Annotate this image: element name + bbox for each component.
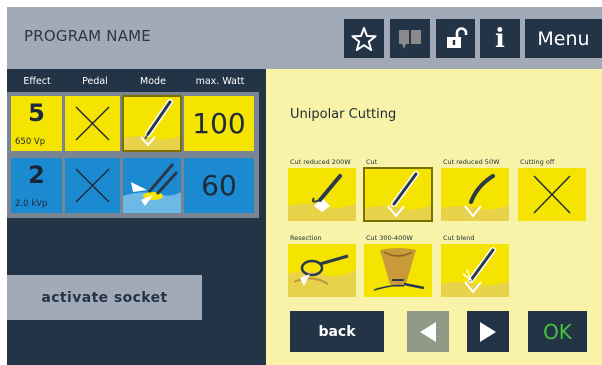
column-header-mode: Mode [140,76,166,87]
effect-cell-1[interactable]: 5 650 Vp [11,96,62,151]
settings-grid: 5 650 Vp 100 2 2.0 kVp 60 [7,92,259,218]
cross-icon [75,168,110,203]
curved-electrode-icon [441,174,509,221]
mode-cell-1[interactable] [122,95,182,152]
star-icon [351,26,377,51]
option-resection[interactable] [288,244,356,297]
program-name: PROGRAM NAME [24,27,151,45]
effect-cell-2[interactable]: 2 2.0 kVp [11,158,62,213]
max-watt-cell-1[interactable]: 100 [184,96,254,151]
book-icon [399,29,421,49]
polypectomy-snare-icon [373,248,425,291]
column-header-pedal: Pedal [82,76,108,87]
menu-button[interactable]: Menu [525,19,602,58]
effect-voltage-2: 2.0 kVp [15,199,48,209]
forceps-electrode-icon [123,163,181,213]
option-label: Cut blend [443,234,475,242]
max-watt-value-1: 100 [192,107,246,140]
option-label: Cut 300-400W [366,234,413,242]
unlock-button[interactable] [436,19,475,58]
hook-electrode-icon [288,174,356,221]
max-watt-value-2: 60 [201,169,237,202]
option-label: Cut reduced 200W [290,158,351,166]
pedal-cell-1[interactable] [65,96,120,151]
option-label: Resection [290,234,322,242]
mode-selection-panel: Unipolar Cutting Cut reduced 200W Cut Cu… [266,69,602,365]
favorite-button[interactable] [344,19,384,58]
panel-title: Unipolar Cutting [290,107,397,122]
cutting-electrode-icon [123,99,181,151]
option-cut-300-400w[interactable] [364,244,432,297]
ok-button[interactable]: OK [528,311,587,352]
option-cut-blend[interactable] [441,244,509,297]
effect-value-1: 5 [28,99,45,127]
option-label: Cut reduced 50W [443,158,500,166]
option-cut-reduced-200w[interactable] [288,168,356,221]
info-button[interactable]: i [480,19,520,58]
activate-socket-button[interactable]: activate socket [7,275,202,320]
effect-voltage-1: 650 Vp [15,137,46,147]
triangle-left-icon [420,321,436,342]
resection-loop-icon [288,254,356,297]
column-header-max-watt: max. Watt [195,76,245,87]
option-label: Cutting off [520,158,555,166]
triangle-right-icon [480,321,496,342]
mode-cell-2[interactable] [123,158,181,213]
header-bar: PROGRAM NAME i Menu [7,7,602,69]
next-button[interactable] [467,311,509,352]
cross-icon [533,175,571,214]
column-headers: Effect Pedal Mode max. Watt [7,76,257,92]
max-watt-cell-2[interactable]: 60 [184,158,254,213]
option-cut[interactable] [363,167,433,222]
manual-button[interactable] [390,19,430,58]
cross-icon [75,106,110,141]
option-cut-reduced-50w[interactable] [441,168,509,221]
effect-value-2: 2 [28,161,45,189]
menu-button-label: Menu [537,27,590,50]
previous-button[interactable] [407,311,449,352]
pedal-cell-2[interactable] [65,158,120,213]
info-icon: i [495,23,505,54]
device-screen: PROGRAM NAME i Menu Effect Pedal Mode ma… [7,7,602,365]
column-header-effect: Effect [23,76,51,87]
blend-electrode-icon [441,247,509,297]
cut-electrode-icon [364,171,432,221]
option-cutting-off[interactable] [518,168,586,221]
option-label: Cut [366,158,378,166]
unlock-icon [446,26,467,48]
back-button[interactable]: back [290,311,384,352]
